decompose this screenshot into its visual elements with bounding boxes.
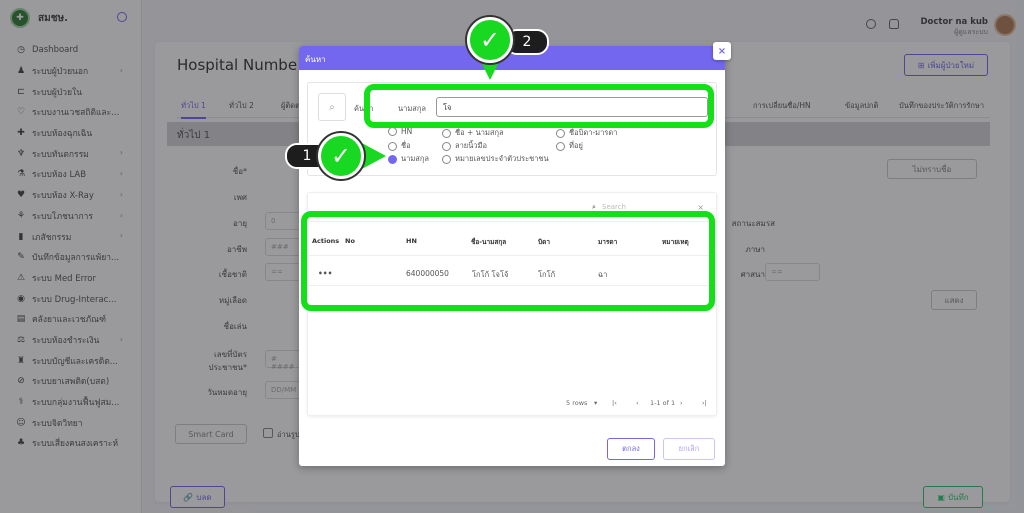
radio-dot — [442, 154, 451, 164]
first-page-icon[interactable]: |‹ — [612, 399, 617, 407]
next-page-icon[interactable]: › — [680, 399, 683, 407]
radio-fingerprint[interactable]: ลายนิ้วมือ — [442, 140, 487, 152]
radio-dot-selected — [388, 154, 397, 164]
radio-citizen-id[interactable]: หมายเลขประจำตัวประชาชน — [442, 153, 549, 165]
radio-fingerprint-label: ลายนิ้วมือ — [455, 141, 487, 150]
checkmark-icon: ✓ — [467, 17, 513, 63]
radio-dot — [556, 141, 565, 151]
radio-lastname[interactable]: นามสกุล — [388, 153, 429, 165]
ok-button[interactable]: ตกลง — [607, 438, 655, 460]
radio-fullname-label: ชื่อ + นามสกุล — [455, 128, 504, 137]
dropdown-arrow-icon[interactable]: ▾ — [594, 399, 597, 407]
close-icon[interactable]: × — [713, 42, 731, 60]
radio-parents[interactable]: ชื่อบิดา-มารดา — [556, 127, 617, 139]
radio-dot — [388, 141, 397, 151]
radio-dot — [442, 141, 451, 151]
highlight-search-field — [364, 84, 714, 128]
radio-address[interactable]: ที่อยู่ — [556, 140, 583, 152]
radio-dot — [388, 127, 397, 136]
radio-firstname-label: ชื่อ — [401, 141, 411, 150]
radio-firstname[interactable]: ชื่อ — [388, 140, 411, 152]
checkmark-icon: ✓ — [318, 133, 364, 179]
radio-parents-label: ชื่อบิดา-มารดา — [569, 128, 618, 137]
radio-hn[interactable]: HN — [388, 127, 412, 136]
radio-fullname[interactable]: ชื่อ + นามสกุล — [442, 127, 504, 139]
cancel-button[interactable]: ยกเลิก — [663, 438, 715, 460]
radio-hn-label: HN — [401, 127, 413, 136]
page-range: 1-1 of 1 — [650, 399, 676, 407]
rows-per-page-select[interactable]: 5 rows — [566, 399, 587, 407]
search-icon[interactable]: ⌕ — [318, 93, 346, 121]
radio-citizen-id-label: หมายเลขประจำตัวประชาชน — [455, 154, 549, 163]
radio-dot — [442, 128, 451, 138]
last-page-icon[interactable]: ›| — [702, 399, 707, 407]
highlight-results-table — [301, 211, 715, 311]
radio-address-label: ที่อยู่ — [569, 141, 583, 150]
radio-dot — [556, 128, 565, 138]
radio-lastname-label: นามสกุล — [401, 154, 429, 163]
prev-page-icon[interactable]: ‹ — [636, 399, 639, 407]
table-search-input[interactable]: Search — [602, 203, 626, 211]
